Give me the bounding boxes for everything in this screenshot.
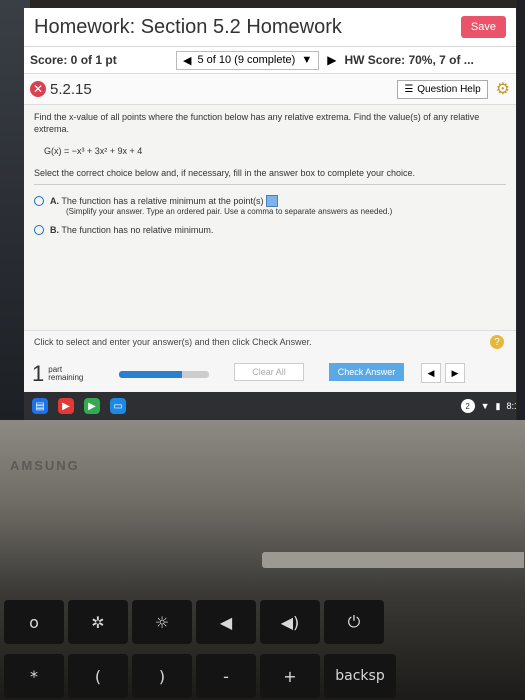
choice-a-text: The function has a relative minimum at t… [61, 195, 264, 206]
parts-remaining: 1 part remaining [32, 361, 83, 387]
system-tray[interactable]: 2 ▼ ▮ 8:12 [460, 399, 516, 413]
os-shelf: ▤ ▶ ▶ ▭ 2 ▼ ▮ 8:12 [24, 392, 516, 420]
clear-all-button[interactable]: Clear All [234, 363, 304, 381]
score-text: Score: 0 of 1 pt [30, 53, 117, 67]
question-bar: ✕ 5.2.15 ☰ Question Help ⚙ [24, 74, 516, 105]
parts-remaining-label: part remaining [48, 366, 83, 382]
key-plus[interactable]: + [260, 654, 320, 698]
choice-a-radio[interactable] [34, 195, 44, 206]
play-store-app-icon[interactable]: ▶ [84, 398, 100, 414]
help-question-icon[interactable]: ? [490, 335, 504, 349]
screen-bezel-right [517, 0, 525, 420]
choice-b[interactable]: B. The function has no relative minimum. [34, 224, 506, 236]
keyboard-row-function: o ✲ ☼ ◀ ◀) ⏻ [0, 600, 525, 644]
footer-message: Click to select and enter your answer(s)… [34, 337, 312, 347]
choice-a-label: A. [50, 195, 59, 206]
question-tools: ☰ Question Help ⚙ [397, 79, 510, 99]
youtube-app-icon[interactable]: ▶ [58, 398, 74, 414]
next-question-icon[interactable]: ▶ [327, 53, 336, 67]
menu-icon: ☰ [404, 83, 414, 95]
wifi-icon: ▼ [480, 401, 490, 411]
notification-badge[interactable]: 2 [460, 399, 475, 413]
gear-icon[interactable]: ⚙ [496, 79, 510, 99]
instruction-text: Select the correct choice below and, if … [34, 167, 506, 185]
choice-b-text: The function has no relative minimum. [61, 224, 214, 235]
key-brightness-down[interactable]: ✲ [68, 600, 128, 644]
page-title: Homework: Section 5.2 Homework [34, 15, 342, 38]
laptop-brand-text: AMSUNG [10, 458, 80, 473]
question-nav-arrows: ◀ ▶ [421, 363, 465, 383]
keyboard-row-numbers: * ( ) - + backsp [0, 654, 525, 698]
key-backspace[interactable]: backsp [324, 654, 396, 698]
question-body: Find the x-value of all points where the… [24, 105, 516, 248]
choice-a[interactable]: A. The function has a relative minimum a… [34, 195, 506, 218]
key-star[interactable]: * [4, 654, 64, 698]
homework-progress-bar [119, 371, 209, 378]
parts-label-remaining: remaining [48, 373, 84, 382]
docs-app-icon[interactable]: ▤ [32, 398, 48, 414]
parts-remaining-count: 1 [32, 361, 45, 386]
choice-b-label: B. [50, 224, 59, 235]
key-volume-down[interactable]: ◀ [196, 600, 256, 644]
question-id: ✕ 5.2.15 [30, 81, 92, 98]
homework-progress-fill [119, 371, 182, 378]
choice-a-hint: (Simplify your answer. Type an ordered p… [66, 207, 393, 217]
battery-icon: ▮ [495, 400, 501, 411]
key-volume-up[interactable]: ◀) [260, 600, 320, 644]
key-minus[interactable]: - [196, 654, 256, 698]
function-expression: G(x) = −x³ + 3x² + 9x + 4 [44, 146, 143, 157]
files-app-icon[interactable]: ▭ [110, 398, 126, 414]
score-bar: Score: 0 of 1 pt ◀ 5 of 10 (9 complete) … [24, 47, 516, 74]
question-progress-label[interactable]: 5 of 10 (9 complete) [197, 54, 295, 66]
question-navigator[interactable]: ◀ 5 of 10 (9 complete) ▼ [176, 50, 320, 70]
hw-score-text: HW Score: 70%, 7 of ... [344, 53, 474, 67]
question-help-button[interactable]: ☰ Question Help [397, 79, 488, 99]
check-answer-button[interactable]: Check Answer [329, 363, 404, 381]
save-button[interactable]: Save [460, 16, 506, 38]
next-arrow-icon[interactable]: ▶ [445, 363, 465, 383]
choice-b-radio[interactable] [34, 224, 44, 235]
question-prompt: Find the x-value of all points where the… [34, 112, 480, 135]
answer-input-box[interactable] [265, 195, 278, 208]
key-brightness-up[interactable]: ☼ [132, 600, 192, 644]
dropdown-icon[interactable]: ▼ [301, 54, 312, 66]
laptop-hinge [262, 552, 524, 568]
clock-time: 8:12 [506, 401, 516, 411]
key-open-paren[interactable]: ( [68, 654, 128, 698]
question-help-label: Question Help [417, 83, 481, 95]
previous-arrow-icon[interactable]: ◀ [421, 363, 441, 383]
browser-screen: Homework: Section 5.2 Homework Save Scor… [24, 8, 516, 420]
key-escape[interactable]: o [4, 600, 64, 644]
title-bar: Homework: Section 5.2 Homework Save [24, 8, 516, 47]
previous-question-icon[interactable]: ◀ [183, 54, 191, 67]
answer-footer: Click to select and enter your answer(s)… [24, 330, 516, 391]
incorrect-icon: ✕ [30, 81, 46, 97]
question-number: 5.2.15 [50, 80, 92, 98]
key-close-paren[interactable]: ) [132, 654, 192, 698]
key-power[interactable]: ⏻ [324, 600, 384, 644]
